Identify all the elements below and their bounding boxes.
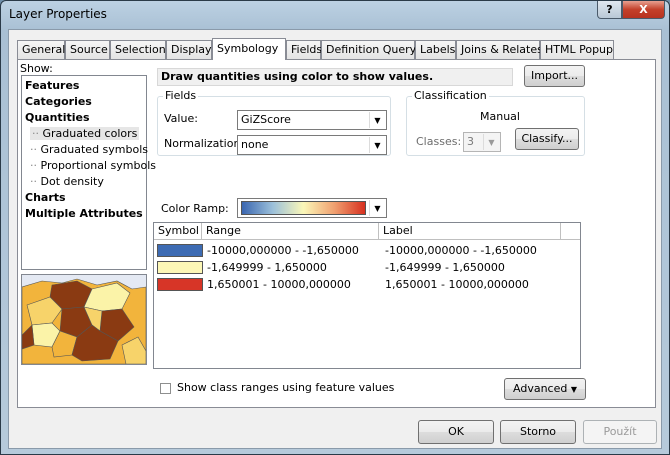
table-header: Symbol Range Label — [154, 223, 580, 240]
show-item-graduated-symbols-label: Graduated symbols — [40, 143, 149, 156]
column-header-label[interactable]: Label — [379, 223, 561, 239]
show-item-dot-density-label: Dot density — [40, 175, 104, 188]
column-header-spacer — [561, 223, 580, 239]
color-ramp-select[interactable]: ▼ — [237, 198, 387, 218]
close-icon: X — [639, 3, 648, 16]
class-symbol-swatch[interactable] — [157, 261, 203, 274]
show-item-proportional-symbols-label: Proportional symbols — [40, 159, 157, 172]
classification-group-label: Classification — [412, 89, 489, 102]
table-row[interactable]: -10000,000000 - -1,650000 -10000,000000 … — [154, 242, 580, 259]
show-item-graduated-colors-label: Graduated colors — [42, 127, 138, 140]
advanced-button[interactable]: Advanced ▼ — [504, 378, 586, 400]
tab-selection[interactable]: Selection — [110, 40, 166, 59]
close-button[interactable]: X — [622, 1, 665, 19]
normalization-label: Normalization: — [164, 137, 245, 150]
ok-button[interactable]: OK — [418, 420, 494, 444]
import-button[interactable]: Import... — [524, 65, 585, 87]
tab-definition-query[interactable]: Definition Query — [321, 40, 416, 59]
class-range[interactable]: 1,650001 - 10000,000000 — [207, 278, 351, 291]
chevron-down-icon[interactable]: ▼ — [483, 134, 499, 150]
tab-source[interactable]: Source — [65, 40, 110, 59]
chevron-down-icon[interactable]: ▼ — [369, 112, 385, 128]
dialog-client-area: General Source Selection Display Symbolo… — [8, 29, 662, 449]
show-class-ranges-label: Show class ranges using feature values — [177, 381, 395, 394]
show-tree[interactable]: Features Categories Quantities ·· Gradua… — [21, 75, 156, 270]
class-range[interactable]: -10000,000000 - -1,650000 — [207, 244, 359, 257]
description-text: Draw quantities using color to show valu… — [157, 68, 513, 86]
tab-symbology[interactable]: Symbology — [212, 38, 286, 60]
title-bar[interactable]: Layer Properties ? X — [1, 1, 669, 29]
class-label[interactable]: 1,650001 - 10000,000000 — [385, 278, 529, 291]
class-label[interactable]: -1,649999 - 1,650000 — [385, 261, 505, 274]
window-title: Layer Properties — [9, 7, 107, 21]
classification-method: Manual — [480, 110, 520, 123]
show-item-categories[interactable]: Categories — [25, 95, 92, 108]
cancel-button[interactable]: Storno — [500, 420, 576, 444]
show-item-multiple-attributes[interactable]: Multiple Attributes — [25, 207, 143, 220]
classify-button[interactable]: Classify... — [515, 128, 579, 150]
value-field-selected: GiZScore — [241, 113, 291, 126]
class-range[interactable]: -1,649999 - 1,650000 — [207, 261, 327, 274]
symbology-panel: Show: Features Categories Quantities ·· … — [17, 59, 656, 408]
show-item-dot-density[interactable]: ·· Dot density — [30, 175, 104, 188]
class-label[interactable]: -10000,000000 - -1,650000 — [385, 244, 537, 257]
color-ramp-swatch — [241, 201, 366, 215]
class-symbol-swatch[interactable] — [157, 278, 203, 291]
menu-arrow-icon: ▼ — [570, 385, 577, 394]
map-preview-image — [22, 275, 146, 364]
chevron-down-icon[interactable]: ▼ — [369, 137, 385, 153]
symbology-preview-map — [21, 274, 147, 365]
value-field-select[interactable]: GiZScore ▼ — [237, 110, 387, 130]
column-header-symbol[interactable]: Symbol — [154, 223, 202, 239]
classification-group: Classification Manual Classes: 3 ▼ Class… — [406, 89, 585, 156]
tab-html-popup[interactable]: HTML Popup — [540, 40, 614, 59]
table-row[interactable]: 1,650001 - 10000,000000 1,650001 - 10000… — [154, 276, 580, 293]
help-icon: ? — [606, 3, 613, 16]
show-item-graduated-symbols[interactable]: ·· Graduated symbols — [30, 143, 148, 156]
fields-group: Fields Value: GiZScore ▼ Normalization: … — [157, 89, 391, 156]
show-item-features[interactable]: Features — [25, 79, 79, 92]
advanced-label: Advanced — [513, 382, 568, 395]
show-item-quantities[interactable]: Quantities — [25, 111, 90, 124]
layer-properties-window: Layer Properties ? X General Source Sele… — [0, 0, 670, 455]
tab-general[interactable]: General — [17, 40, 65, 59]
symbol-class-table[interactable]: Symbol Range Label -10000,000000 - -1,65… — [153, 222, 581, 369]
tab-display[interactable]: Display — [166, 40, 212, 59]
column-header-range[interactable]: Range — [202, 223, 379, 239]
chevron-down-icon[interactable]: ▼ — [369, 200, 385, 216]
classes-select[interactable]: 3 ▼ — [463, 132, 501, 152]
normalization-selected: none — [241, 138, 269, 151]
show-item-graduated-colors[interactable]: ·· Graduated colors — [30, 127, 140, 140]
fields-group-label: Fields — [163, 89, 199, 102]
value-label: Value: — [164, 112, 198, 125]
tab-fields[interactable]: Fields — [286, 40, 322, 59]
apply-button[interactable]: Použít — [583, 420, 657, 444]
help-button[interactable]: ? — [597, 1, 622, 19]
show-label: Show: — [20, 62, 53, 75]
classes-label: Classes: — [416, 135, 462, 148]
show-class-ranges-checkbox[interactable] — [160, 383, 171, 394]
normalization-select[interactable]: none ▼ — [237, 135, 387, 155]
classes-selected: 3 — [467, 135, 474, 148]
show-item-proportional-symbols[interactable]: ·· Proportional symbols — [30, 159, 156, 172]
table-row[interactable]: -1,649999 - 1,650000 -1,649999 - 1,65000… — [154, 259, 580, 276]
show-item-charts[interactable]: Charts — [25, 191, 66, 204]
class-symbol-swatch[interactable] — [157, 244, 203, 257]
tab-labels[interactable]: Labels — [415, 40, 456, 59]
color-ramp-label: Color Ramp: — [161, 202, 229, 215]
tab-joins-relates[interactable]: Joins & Relates — [456, 40, 543, 59]
